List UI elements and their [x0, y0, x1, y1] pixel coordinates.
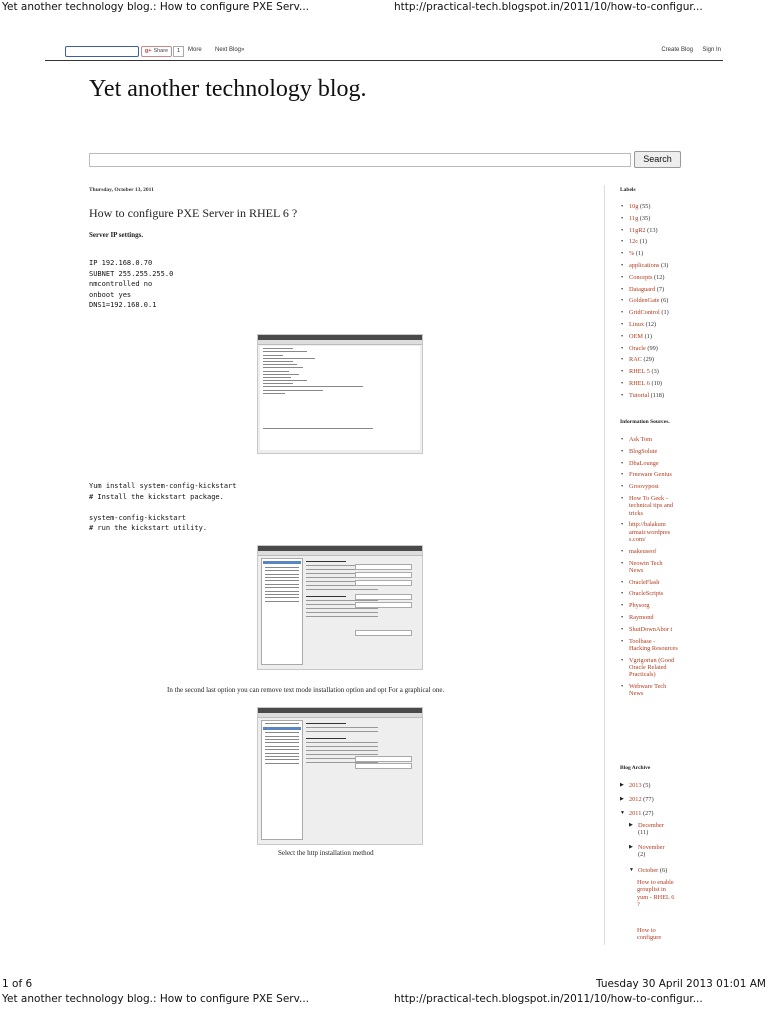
share-count: 1	[173, 46, 184, 57]
label-item[interactable]: Concepts (12)	[620, 274, 678, 282]
terminal-screenshot[interactable]	[257, 334, 423, 454]
code-block-ip-settings: IP 192.168.0.70 SUBNET 255.255.255.0 nmc…	[89, 259, 174, 309]
source-link[interactable]: Webware Tech News	[620, 683, 678, 698]
navbar-search-input[interactable]	[65, 46, 139, 57]
print-url: http://practical-tech.blogspot.in/2011/1…	[394, 1, 703, 13]
kickstart-form	[304, 558, 418, 665]
label-item[interactable]: GridControl (1)	[620, 309, 678, 317]
source-link[interactable]: Physorg	[620, 602, 678, 610]
window-menubar	[258, 713, 422, 718]
blog-title[interactable]: Yet another technology blog.	[89, 76, 367, 103]
more-link[interactable]: More	[188, 47, 202, 53]
information-sources-heading: Information Sources.	[620, 419, 670, 425]
source-link[interactable]: DbaLounge	[620, 460, 678, 468]
caption-graphical-install: In the second last option you can remove…	[167, 686, 445, 694]
create-blog-link[interactable]: Create Blog	[661, 47, 693, 53]
kickstart-screenshot-basic[interactable]	[257, 545, 423, 670]
label-item[interactable]: Linux (12)	[620, 321, 678, 329]
label-item[interactable]: Tutorial (118)	[620, 392, 678, 400]
page-number: 1 of 6	[2, 978, 33, 990]
label-item[interactable]: RHEL 5 (3)	[620, 368, 678, 376]
share-button[interactable]: g+ Share	[141, 46, 172, 57]
expand-arrow-icon[interactable]: ▶	[620, 796, 624, 803]
archive-post-link[interactable]: How to enable grouplist in yum - RHEL 6 …	[637, 879, 677, 909]
label-item[interactable]: 10g (55)	[620, 203, 678, 211]
label-item[interactable]: Dataguard (7)	[620, 286, 678, 294]
label-item[interactable]: 12c (1)	[620, 238, 678, 246]
labels-heading: Labels	[620, 187, 636, 193]
post-subheading: Server IP settings.	[89, 231, 144, 239]
label-item[interactable]: Oracle (99)	[620, 345, 678, 353]
labels-list: 10g (55) 11g (35) 11gR2 (13) 12c (1) % (…	[620, 203, 678, 399]
source-link[interactable]: Ask Tom	[620, 436, 678, 444]
archive-year-2013[interactable]: ▶ 2013 (5)	[620, 782, 676, 789]
archive-month-november[interactable]: ▶ November (2)	[629, 844, 677, 859]
sign-in-link[interactable]: Sign In	[702, 47, 721, 53]
label-item[interactable]: applications (3)	[620, 262, 678, 270]
label-item[interactable]: RAC (29)	[620, 356, 678, 364]
blog-search-input[interactable]	[89, 153, 631, 167]
expand-arrow-icon[interactable]: ▶	[629, 822, 633, 829]
archive-month-october[interactable]: ▼ October (6)	[629, 867, 677, 874]
post-title[interactable]: How to configure PXE Server in RHEL 6 ?	[89, 206, 297, 221]
kickstart-form	[304, 720, 418, 840]
label-item[interactable]: OEM (1)	[620, 333, 678, 341]
source-link[interactable]: OracleScripts	[620, 590, 678, 598]
kickstart-sidebar	[261, 720, 303, 840]
source-link[interactable]: Raymond	[620, 614, 678, 622]
source-link[interactable]: Groovypost	[620, 483, 678, 491]
archive-year-2012[interactable]: ▶ 2012 (77)	[620, 796, 676, 803]
label-item[interactable]: 11g (35)	[620, 215, 678, 223]
source-link[interactable]: OracleFlash	[620, 579, 678, 587]
label-item[interactable]: 11gR2 (13)	[620, 227, 678, 235]
information-sources-list: Ask Tom BlogSolute DbaLounge Freeware Ge…	[620, 436, 678, 698]
label-item[interactable]: GoldenGate (6)	[620, 297, 678, 305]
archive-year-2011[interactable]: ▼ 2011 (27)	[620, 810, 676, 817]
label-item[interactable]: % (1)	[620, 250, 678, 258]
archive-month-december[interactable]: ▶ December (11)	[629, 822, 677, 837]
terminal-body	[260, 346, 420, 450]
source-link[interactable]: Vgrigorian (Good Oracle Related Practica…	[620, 657, 678, 679]
search-button[interactable]: Search	[634, 151, 681, 168]
source-link[interactable]: ShutDownAbor t	[620, 626, 678, 634]
source-link[interactable]: Neowin Tech News	[620, 560, 678, 575]
sidebar: Labels 10g (55) 11g (35) 11gR2 (13) 12c …	[604, 185, 678, 945]
source-link[interactable]: Toolbase - Hacking Resources	[620, 638, 678, 653]
next-blog-link[interactable]: Next Blog»	[215, 47, 244, 53]
blog-archive-heading: Blog Archive	[620, 765, 651, 771]
archive-post-link[interactable]: How to configure	[637, 927, 677, 942]
google-plus-icon: g+	[144, 48, 152, 54]
source-link[interactable]: makeuseof	[620, 548, 678, 556]
window-menubar	[258, 340, 422, 345]
expand-arrow-icon[interactable]: ▶	[620, 782, 624, 789]
code-block-kickstart: Yum install system-config-kickstart # In…	[89, 482, 237, 532]
blogger-navbar: g+ Share 1 More Next Blog» Create Blog Si…	[45, 42, 723, 61]
source-link[interactable]: Freeware Genius	[620, 471, 678, 479]
label-item[interactable]: RHEL 6 (10)	[620, 380, 678, 388]
print-title-footer: Yet another technology blog.: How to con…	[2, 993, 310, 1005]
kickstart-screenshot-install-method[interactable]	[257, 707, 423, 845]
source-link[interactable]: http://balakum armair.wordpres s.com/	[620, 521, 678, 543]
caption-http-method: Select the http installation method	[278, 849, 374, 857]
window-menubar	[258, 551, 422, 556]
collapse-arrow-icon[interactable]: ▼	[629, 867, 634, 874]
source-link[interactable]: How To Geek - technical tips and tricks	[620, 495, 678, 517]
expand-arrow-icon[interactable]: ▶	[629, 844, 633, 851]
post-date: Thursday, October 13, 2011	[89, 187, 154, 193]
print-timestamp: Tuesday 30 April 2013 01:01 AM	[596, 978, 766, 990]
source-link[interactable]: BlogSolute	[620, 448, 678, 456]
print-title: Yet another technology blog.: How to con…	[2, 1, 310, 13]
print-url-footer: http://practical-tech.blogspot.in/2011/1…	[394, 993, 703, 1005]
kickstart-sidebar	[261, 558, 303, 665]
collapse-arrow-icon[interactable]: ▼	[620, 810, 625, 817]
